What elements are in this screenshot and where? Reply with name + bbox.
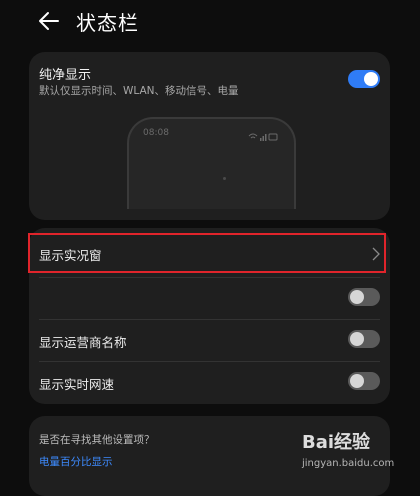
unlabeled-toggle-row[interactable]	[29, 278, 390, 320]
toggle-knob	[350, 290, 364, 304]
battery-icon	[268, 133, 278, 141]
wifi-icon	[248, 133, 258, 139]
phone-preview: 08:08	[127, 117, 296, 209]
toggle-knob	[350, 374, 364, 388]
battery-percentage-link[interactable]: 电量百分比显示	[39, 454, 113, 469]
back-arrow-icon	[39, 12, 59, 30]
preview-dot	[223, 177, 226, 180]
network-speed-label: 显示实时网速	[39, 377, 115, 392]
pure-display-title: 纯净显示	[39, 68, 92, 83]
pure-display-description: 默认仅显示时间、WLAN、移动信号、电量	[39, 85, 239, 97]
carrier-name-label: 显示运营商名称	[39, 335, 127, 350]
carrier-name-row[interactable]: 显示运营商名称	[29, 320, 390, 362]
page-title: 状态栏	[76, 11, 139, 35]
watermark-url: jingyan.baidu.com	[302, 458, 395, 469]
carrier-name-toggle[interactable]	[348, 330, 380, 348]
watermark-brand: Bai经验	[302, 432, 371, 453]
toggle-knob	[350, 332, 364, 346]
suggestion-question: 是否在寻找其他设置项？	[39, 434, 155, 446]
preview-status-icons	[248, 127, 278, 146]
watermark: Bai经验 jingyan.baidu.com	[300, 418, 415, 476]
back-button[interactable]	[36, 8, 62, 34]
highlight-box	[28, 233, 386, 273]
signal-icon	[260, 138, 262, 141]
network-speed-row[interactable]: 显示实时网速	[29, 362, 390, 404]
pure-display-toggle[interactable]	[348, 70, 380, 88]
network-speed-toggle[interactable]	[348, 372, 380, 390]
toggle-knob	[364, 72, 378, 86]
pure-display-card: 纯净显示 默认仅显示时间、WLAN、移动信号、电量 08:08	[29, 52, 390, 220]
top-bar: 状态栏	[0, 0, 420, 42]
preview-time: 08:08	[143, 128, 169, 138]
unlabeled-toggle[interactable]	[348, 288, 380, 306]
